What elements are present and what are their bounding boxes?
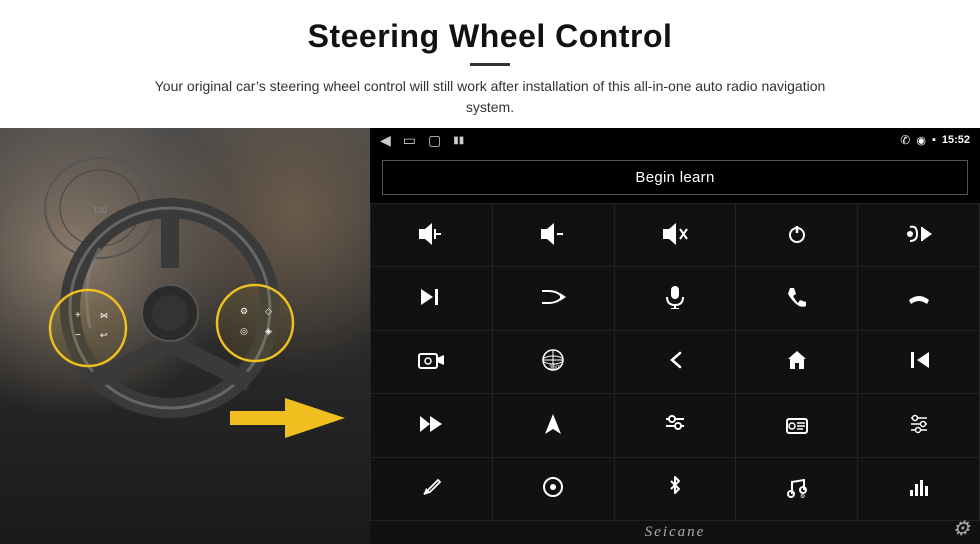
svg-text:−: − [75, 330, 81, 341]
shuffle-cell[interactable] [493, 267, 614, 329]
svg-text:◇: ◇ [265, 306, 272, 316]
settings-grid-cell[interactable] [858, 394, 979, 456]
title-divider [470, 63, 510, 66]
svg-text:◈: ◈ [265, 326, 272, 336]
svg-text:◎: ◎ [240, 326, 248, 336]
back-nav-btn-icon [664, 349, 686, 374]
content-section: 120 [0, 128, 980, 544]
time-display: 15:52 [942, 134, 970, 146]
svg-text:↩: ↩ [100, 330, 108, 340]
wifi-status-icon: ▪ [932, 134, 936, 146]
header-section: Steering Wheel Control Your original car… [0, 0, 980, 128]
phone-end-icon [907, 286, 931, 311]
home-cell[interactable] [736, 331, 857, 393]
eq-icon [664, 414, 686, 437]
vol-down-cell[interactable] [493, 204, 614, 266]
fast-fwd-icon [418, 414, 444, 437]
phone-prev-icon [906, 223, 932, 248]
car-image: 120 [0, 128, 370, 544]
music-icon: ⚙ [786, 476, 808, 501]
vol-up-icon [417, 223, 445, 248]
pen-icon [420, 476, 442, 501]
page-wrapper: Steering Wheel Control Your original car… [0, 0, 980, 544]
back-nav-icon[interactable]: ◀ [380, 132, 391, 149]
page-subtitle: Your original car’s steering wheel contr… [140, 76, 840, 118]
pen-cell[interactable] [371, 458, 492, 520]
nav-cell[interactable] [493, 394, 614, 456]
eq-cell[interactable] [615, 394, 736, 456]
mute-cell[interactable] [615, 204, 736, 266]
recent-nav-icon[interactable]: ▢ [428, 132, 441, 149]
circle-cell[interactable] [493, 458, 614, 520]
skip-back-icon [907, 350, 931, 373]
phone-prev-cell[interactable] [858, 204, 979, 266]
phone-call-cell[interactable] [736, 267, 857, 329]
steering-wheel-svg: 120 [0, 128, 370, 448]
home-btn-icon [786, 349, 808, 374]
eq-bars-cell[interactable] [858, 458, 979, 520]
navigation-icon [543, 412, 563, 439]
page-title: Steering Wheel Control [60, 18, 920, 55]
svg-text:⚙: ⚙ [800, 493, 805, 498]
steering-wheel-container: 120 [0, 128, 370, 544]
signal-icon: ▮▮ [453, 135, 464, 146]
icon-grid: 360° [370, 203, 980, 521]
bluetooth-icon [667, 475, 683, 502]
vol-down-icon [539, 223, 567, 248]
mic-icon [665, 285, 685, 312]
status-bar-right: ✆ ◉ ▪ 15:52 [900, 133, 970, 147]
seicane-bar: Seicane ⚙ [370, 521, 980, 544]
phone-end-cell[interactable] [858, 267, 979, 329]
view360-cell[interactable]: 360° [493, 331, 614, 393]
next-track-icon [419, 287, 443, 310]
mixer-icon [908, 413, 930, 438]
status-bar: ◀ ▭ ▢ ▮▮ ✆ ◉ ▪ 15:52 [370, 128, 980, 152]
shuffle-icon [540, 287, 566, 310]
camera-icon [418, 349, 444, 374]
svg-text:⋈: ⋈ [100, 311, 108, 320]
mute-icon [661, 223, 689, 248]
phone-status-icon: ✆ [900, 133, 910, 147]
begin-learn-button[interactable]: Begin learn [382, 160, 968, 195]
android-panel: ◀ ▭ ▢ ▮▮ ✆ ◉ ▪ 15:52 Begin learn [370, 128, 980, 544]
status-bar-left: ◀ ▭ ▢ ▮▮ [380, 132, 464, 149]
location-status-icon: ◉ [916, 134, 926, 147]
radio-icon [785, 413, 809, 438]
bluetooth-cell[interactable] [615, 458, 736, 520]
eq-bars-icon [908, 476, 930, 501]
begin-learn-row: Begin learn [370, 152, 980, 203]
skip-back-cell[interactable] [858, 331, 979, 393]
camera-cell[interactable] [371, 331, 492, 393]
phone-call-icon [786, 286, 808, 311]
view360-icon: 360° [540, 347, 566, 376]
seicane-watermark: Seicane [645, 524, 706, 540]
svg-text:360°: 360° [549, 365, 562, 371]
back-cell[interactable] [615, 331, 736, 393]
power-icon [786, 223, 808, 248]
next-track-cell[interactable] [371, 267, 492, 329]
home-nav-icon[interactable]: ▭ [403, 132, 416, 149]
radio-cell[interactable] [736, 394, 857, 456]
circle-btn-icon [542, 476, 564, 501]
svg-text:120: 120 [93, 206, 107, 215]
svg-text:⚙: ⚙ [240, 306, 248, 316]
gear-icon[interactable]: ⚙ [952, 516, 972, 541]
mic-cell[interactable] [615, 267, 736, 329]
power-cell[interactable] [736, 204, 857, 266]
vol-up-cell[interactable] [371, 204, 492, 266]
fast-fwd-cell[interactable] [371, 394, 492, 456]
music-cell[interactable]: ⚙ [736, 458, 857, 520]
svg-text:+: + [75, 310, 81, 321]
